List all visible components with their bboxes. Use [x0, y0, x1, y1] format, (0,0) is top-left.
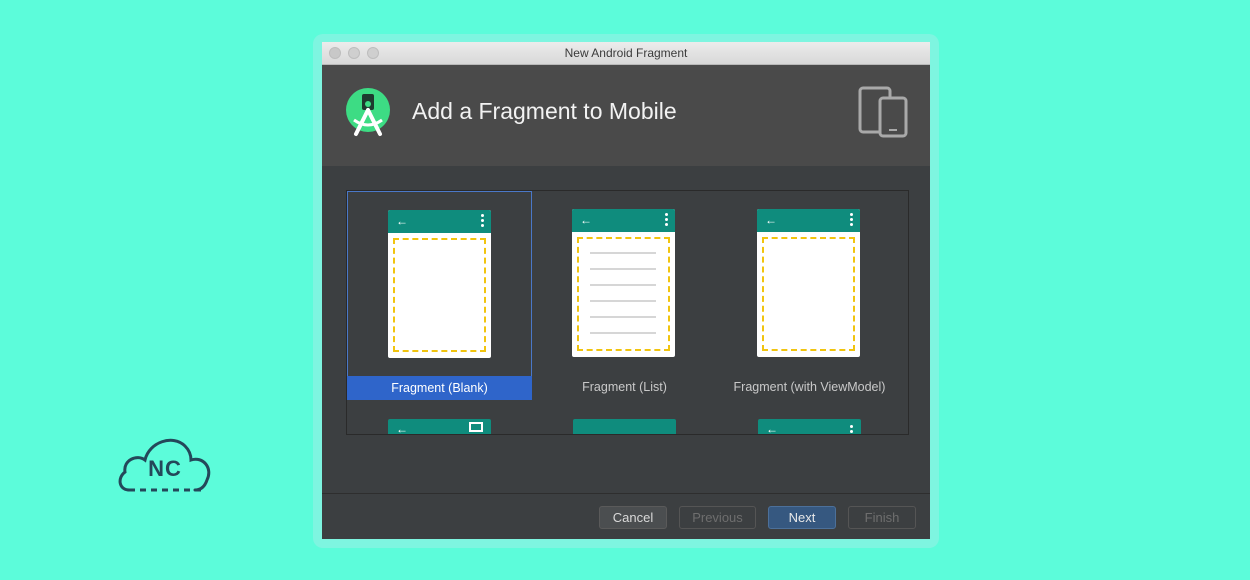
template-fullscreen-partial[interactable]: ← [388, 419, 491, 435]
template-preview: ← [572, 209, 675, 357]
more-vert-icon [850, 425, 853, 434]
window-title: New Android Fragment [564, 46, 688, 60]
fullscreen-icon [469, 422, 483, 432]
cancel-button[interactable]: Cancel [599, 506, 667, 529]
finish-button[interactable]: Finish [848, 506, 916, 529]
list-line [590, 284, 656, 286]
next-button[interactable]: Next [768, 506, 836, 529]
app-bar: ← [388, 210, 491, 233]
arrow-left-icon: ← [396, 214, 408, 228]
template-label: Fragment (Blank) [347, 376, 532, 400]
template-partial[interactable] [573, 419, 676, 434]
template-label: Fragment (with ViewModel) [733, 380, 886, 394]
template-fragment-list[interactable]: ← Fragment (List) [532, 191, 717, 400]
footer-divider [322, 493, 930, 494]
arrow-left-icon: ← [766, 422, 778, 435]
template-gallery[interactable]: ← Fragment (Blank) ← Fragment (List) ← F… [346, 190, 909, 435]
arrow-left-icon: ← [580, 213, 592, 227]
fragment-area [393, 238, 486, 352]
app-bar: ← [757, 209, 860, 232]
brand-text: NC [148, 456, 182, 481]
list-line [590, 316, 656, 318]
fragment-area [762, 237, 855, 351]
arrow-left-icon: ← [396, 422, 408, 435]
template-fragment-blank[interactable]: ← Fragment (Blank) [347, 191, 532, 400]
dialog-header: Add a Fragment to Mobile [322, 65, 930, 166]
phone-tablet-icon [858, 86, 908, 138]
list-line [590, 300, 656, 302]
template-preview: ← [388, 210, 491, 358]
previous-button[interactable]: Previous [679, 506, 756, 529]
arrow-left-icon: ← [765, 213, 777, 227]
more-vert-icon [481, 214, 484, 227]
template-fragment-viewmodel[interactable]: ← Fragment (with ViewModel) [717, 191, 902, 400]
title-bar: New Android Fragment [322, 42, 930, 65]
more-vert-icon [665, 213, 668, 226]
nc-cloud-logo: NC [115, 430, 215, 494]
list-line [590, 268, 656, 270]
template-partial[interactable]: ← [758, 419, 861, 435]
list-line [590, 332, 656, 334]
app-bar: ← [572, 209, 675, 232]
dialog-window: New Android Fragment Add a Fragment to M… [322, 42, 930, 539]
template-label: Fragment (List) [582, 380, 667, 394]
template-preview: ← [757, 209, 860, 357]
android-studio-logo-icon [346, 88, 390, 136]
list-line [590, 252, 656, 254]
page-title: Add a Fragment to Mobile [412, 98, 677, 124]
more-vert-icon [850, 213, 853, 226]
